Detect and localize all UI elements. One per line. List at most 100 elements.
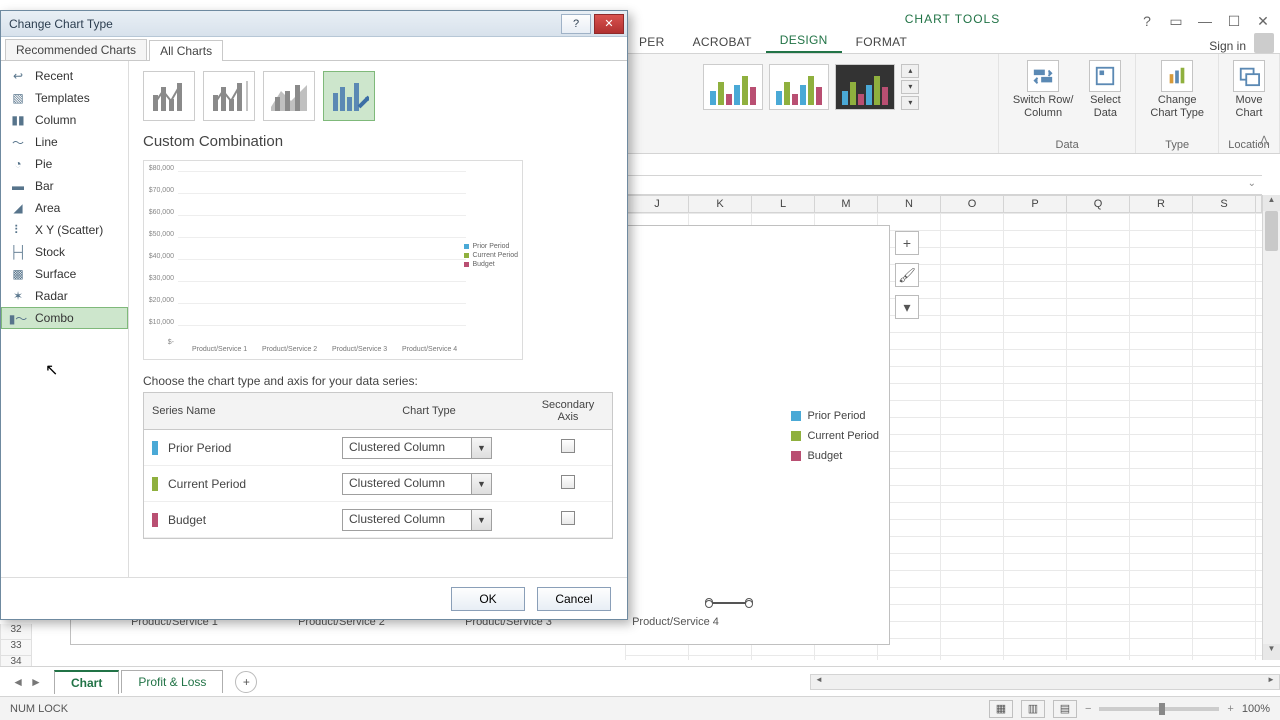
column-header[interactable]: Q [1067, 196, 1130, 212]
close-icon[interactable]: ✕ [1250, 12, 1276, 30]
sidebar-item-scatter[interactable]: ⠇X Y (Scatter) [1, 219, 128, 241]
column-header[interactable]: J [626, 196, 689, 212]
subtype-stacked-area-col[interactable] [263, 71, 315, 121]
series-type-dropdown[interactable]: Clustered Column▼ [342, 509, 492, 531]
chevron-down-icon[interactable]: ▼ [471, 474, 491, 494]
zoom-percent[interactable]: 100% [1242, 703, 1270, 715]
secondary-axis-checkbox[interactable] [561, 475, 575, 489]
zoom-out-icon[interactable]: − [1085, 703, 1091, 715]
move-chart-button[interactable]: Move Chart [1229, 60, 1269, 119]
column-header[interactable]: P [1004, 196, 1067, 212]
scroll-up-icon[interactable]: ▲ [1263, 195, 1280, 211]
chart-filters-icon[interactable]: ▾ [895, 295, 919, 319]
help-icon[interactable]: ? [1134, 12, 1160, 30]
tab-developer[interactable]: PER [625, 31, 679, 53]
ribbon-collapse-icon[interactable]: ⋀ [1260, 135, 1274, 149]
series-instructions: Choose the chart type and axis for your … [143, 374, 613, 388]
sidebar-item-templates[interactable]: ▧Templates [1, 87, 128, 109]
column-headers[interactable]: J K L M N O P Q R S [625, 195, 1262, 213]
horizontal-scrollbar[interactable]: ◄ ► [810, 674, 1280, 690]
secondary-axis-checkbox[interactable] [561, 439, 575, 453]
ribbon-options-icon[interactable]: ▭ [1163, 12, 1189, 30]
column-header[interactable]: L [752, 196, 815, 212]
sheet-nav-prev-icon[interactable]: ◄ [12, 675, 24, 689]
sheet-tab-chart[interactable]: Chart [54, 670, 119, 694]
dialog-help-icon[interactable]: ? [561, 14, 591, 34]
tab-all-charts[interactable]: All Charts [149, 40, 223, 61]
subtype-clust-col-line-sec[interactable] [203, 71, 255, 121]
tab-format[interactable]: FORMAT [842, 31, 922, 53]
series-type-dropdown[interactable]: Clustered Column▼ [342, 437, 492, 459]
cancel-button[interactable]: Cancel [537, 587, 611, 611]
hscroll-left-icon[interactable]: ◄ [811, 675, 827, 689]
radar-icon: ✶ [9, 289, 27, 303]
sidebar-item-surface[interactable]: ▩Surface [1, 263, 128, 285]
sidebar-item-area[interactable]: ◢Area [1, 197, 128, 219]
row-header[interactable]: 32 [0, 624, 32, 640]
column-header[interactable]: N [878, 196, 941, 212]
sidebar-item-combo[interactable]: ▮〜Combo [1, 307, 128, 329]
tab-acrobat[interactable]: ACROBAT [679, 31, 766, 53]
secondary-axis-checkbox[interactable] [561, 511, 575, 525]
sidebar-item-pie[interactable]: ◔Pie [1, 153, 128, 175]
column-header[interactable]: M [815, 196, 878, 212]
expand-formula-icon[interactable]: ⌄ [1248, 178, 1256, 189]
view-normal-icon[interactable]: ▦ [989, 700, 1013, 718]
column-header[interactable]: O [941, 196, 1004, 212]
series-name: Current Period [168, 477, 246, 491]
sidebar-item-column[interactable]: ▮▮Column [1, 109, 128, 131]
hscroll-right-icon[interactable]: ► [1263, 675, 1279, 689]
dialog-titlebar[interactable]: Change Chart Type ? ✕ [1, 11, 627, 37]
style-thumb[interactable] [703, 64, 763, 110]
chart-styles-icon[interactable]: 🖌 [895, 263, 919, 287]
sidebar-item-bar[interactable]: ▬Bar [1, 175, 128, 197]
column-header[interactable]: S [1193, 196, 1256, 212]
sheet-tab-pl[interactable]: Profit & Loss [121, 670, 223, 693]
gallery-more[interactable]: ▴▾▾ [901, 64, 919, 110]
sheet-nav-next-icon[interactable]: ► [30, 675, 42, 689]
series-type-dropdown[interactable]: Clustered Column▼ [342, 473, 492, 495]
zoom-in-icon[interactable]: + [1227, 703, 1233, 715]
dialog-close-icon[interactable]: ✕ [594, 14, 624, 34]
formula-bar[interactable]: ⌄ [625, 176, 1262, 195]
ok-button[interactable]: OK [451, 587, 525, 611]
minimize-icon[interactable]: — [1192, 12, 1218, 30]
change-chart-type-button[interactable]: Change Chart Type [1146, 60, 1208, 119]
maximize-icon[interactable]: ☐ [1221, 12, 1247, 30]
sidebar-item-radar[interactable]: ✶Radar [1, 285, 128, 307]
vertical-scrollbar[interactable]: ▲ ▼ [1262, 195, 1280, 660]
sidebar-item-recent[interactable]: ↩Recent [1, 65, 128, 87]
switch-row-column-button[interactable]: Switch Row/ Column [1009, 60, 1078, 119]
user-avatar-icon[interactable] [1254, 33, 1274, 53]
chart-legend[interactable]: Prior Period Current Period Budget [791, 406, 879, 466]
chevron-down-icon[interactable]: ▼ [471, 438, 491, 458]
chart-preview: $80,000 $70,000 $60,000 $50,000 $40,000 … [143, 160, 523, 360]
row-header[interactable]: 33 [0, 640, 32, 656]
y-tick: $- [146, 339, 174, 346]
view-pagelayout-icon[interactable]: ▥ [1021, 700, 1045, 718]
chart-styles-gallery[interactable]: ▴▾▾ [699, 60, 923, 132]
chart-elements-icon[interactable]: + [895, 231, 919, 255]
scroll-down-icon[interactable]: ▼ [1263, 644, 1280, 660]
add-sheet-icon[interactable]: + [235, 671, 257, 693]
tab-recommended[interactable]: Recommended Charts [5, 39, 147, 60]
scrollbar-thumb[interactable] [1265, 211, 1278, 251]
style-thumb[interactable] [835, 64, 895, 110]
column-header[interactable]: K [689, 196, 752, 212]
tab-design[interactable]: DESIGN [766, 29, 842, 53]
subtype-custom[interactable] [323, 71, 375, 121]
signin-link[interactable]: Sign in [1209, 39, 1246, 53]
sidebar-item-line[interactable]: 〜Line [1, 131, 128, 153]
sidebar-item-stock[interactable]: ├┤Stock [1, 241, 128, 263]
dialog-title: Change Chart Type [9, 17, 113, 31]
row-headers[interactable]: 32 33 34 [0, 624, 32, 672]
style-thumb[interactable] [769, 64, 829, 110]
zoom-slider[interactable] [1099, 707, 1219, 711]
series-name: Prior Period [168, 441, 231, 455]
subtype-clust-col-line[interactable] [143, 71, 195, 121]
column-header[interactable]: R [1130, 196, 1193, 212]
bar-icon: ▬ [9, 179, 27, 193]
chevron-down-icon[interactable]: ▼ [471, 510, 491, 530]
view-pagebreak-icon[interactable]: ▤ [1053, 700, 1077, 718]
select-data-button[interactable]: Select Data [1085, 60, 1125, 119]
